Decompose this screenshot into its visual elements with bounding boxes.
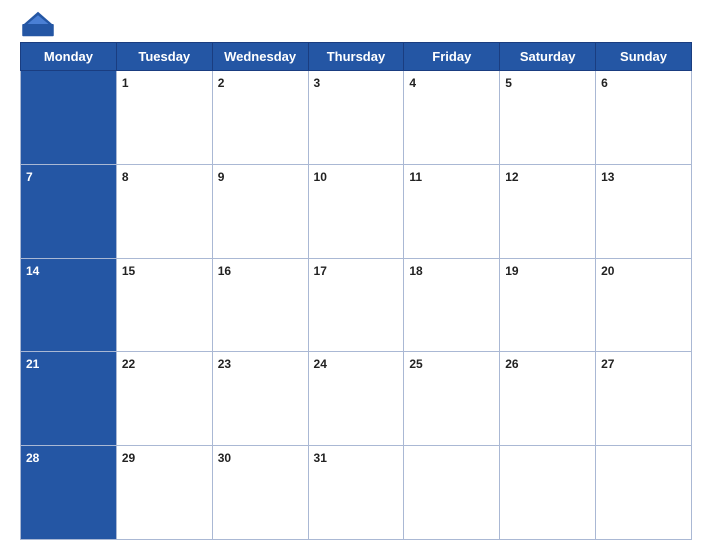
calendar-cell: 31 bbox=[308, 446, 404, 540]
logo bbox=[20, 10, 60, 38]
calendar-cell bbox=[596, 446, 692, 540]
day-number: 12 bbox=[505, 170, 518, 184]
day-number: 30 bbox=[218, 451, 231, 465]
calendar-cell: 21 bbox=[21, 352, 117, 446]
calendar-cell: 15 bbox=[116, 258, 212, 352]
weekday-friday: Friday bbox=[404, 43, 500, 71]
calendar-week-4: 21 22 23 24 25 26 27 bbox=[21, 352, 692, 446]
day-number: 3 bbox=[314, 76, 321, 90]
calendar-cell: 13 bbox=[596, 164, 692, 258]
calendar-cell: 17 bbox=[308, 258, 404, 352]
calendar-cell: 26 bbox=[500, 352, 596, 446]
calendar-week-1: 1 2 3 4 5 6 bbox=[21, 71, 692, 165]
day-number: 4 bbox=[409, 76, 416, 90]
calendar-cell: 19 bbox=[500, 258, 596, 352]
day-number: 18 bbox=[409, 264, 422, 278]
calendar-cell bbox=[500, 446, 596, 540]
calendar-cell: 3 bbox=[308, 71, 404, 165]
day-number: 10 bbox=[314, 170, 327, 184]
day-number: 6 bbox=[601, 76, 608, 90]
calendar-cell: 12 bbox=[500, 164, 596, 258]
calendar-cell: 14 bbox=[21, 258, 117, 352]
day-number: 1 bbox=[122, 76, 129, 90]
weekday-monday: Monday bbox=[21, 43, 117, 71]
day-number: 29 bbox=[122, 451, 135, 465]
day-number: 7 bbox=[26, 170, 33, 184]
day-number: 22 bbox=[122, 357, 135, 371]
calendar-cell: 9 bbox=[212, 164, 308, 258]
day-number: 16 bbox=[218, 264, 231, 278]
calendar-body: 1234567891011121314151617181920212223242… bbox=[21, 71, 692, 540]
day-number: 20 bbox=[601, 264, 614, 278]
calendar-cell: 22 bbox=[116, 352, 212, 446]
calendar-cell bbox=[21, 71, 117, 165]
weekday-tuesday: Tuesday bbox=[116, 43, 212, 71]
weekday-sunday: Sunday bbox=[596, 43, 692, 71]
calendar: MondayTuesdayWednesdayThursdayFridaySatu… bbox=[20, 42, 692, 540]
header bbox=[20, 10, 692, 38]
weekday-wednesday: Wednesday bbox=[212, 43, 308, 71]
calendar-cell: 24 bbox=[308, 352, 404, 446]
day-number: 2 bbox=[218, 76, 225, 90]
day-number: 27 bbox=[601, 357, 614, 371]
day-number: 19 bbox=[505, 264, 518, 278]
calendar-cell: 25 bbox=[404, 352, 500, 446]
weekday-saturday: Saturday bbox=[500, 43, 596, 71]
day-number: 31 bbox=[314, 451, 327, 465]
day-number: 8 bbox=[122, 170, 129, 184]
day-number: 5 bbox=[505, 76, 512, 90]
calendar-cell: 18 bbox=[404, 258, 500, 352]
day-number: 13 bbox=[601, 170, 614, 184]
day-number: 23 bbox=[218, 357, 231, 371]
calendar-cell: 1 bbox=[116, 71, 212, 165]
day-number: 28 bbox=[26, 451, 39, 465]
calendar-cell: 2 bbox=[212, 71, 308, 165]
calendar-cell: 16 bbox=[212, 258, 308, 352]
day-number: 21 bbox=[26, 357, 39, 371]
calendar-cell: 8 bbox=[116, 164, 212, 258]
day-number: 24 bbox=[314, 357, 327, 371]
calendar-cell: 27 bbox=[596, 352, 692, 446]
day-number: 26 bbox=[505, 357, 518, 371]
calendar-cell: 28 bbox=[21, 446, 117, 540]
calendar-week-2: 7 8 9 10 11 12 13 bbox=[21, 164, 692, 258]
day-number: 11 bbox=[409, 170, 422, 184]
calendar-cell: 29 bbox=[116, 446, 212, 540]
calendar-cell: 20 bbox=[596, 258, 692, 352]
day-number: 9 bbox=[218, 170, 225, 184]
day-number: 14 bbox=[26, 264, 39, 278]
calendar-cell: 23 bbox=[212, 352, 308, 446]
calendar-cell: 6 bbox=[596, 71, 692, 165]
generalblue-icon bbox=[20, 10, 56, 38]
calendar-cell bbox=[404, 446, 500, 540]
calendar-cell: 4 bbox=[404, 71, 500, 165]
calendar-cell: 10 bbox=[308, 164, 404, 258]
calendar-week-3: 14 15 16 17 18 19 20 bbox=[21, 258, 692, 352]
day-number: 15 bbox=[122, 264, 135, 278]
calendar-cell: 11 bbox=[404, 164, 500, 258]
weekday-thursday: Thursday bbox=[308, 43, 404, 71]
calendar-cell: 7 bbox=[21, 164, 117, 258]
day-number: 25 bbox=[409, 357, 422, 371]
weekday-header-row: MondayTuesdayWednesdayThursdayFridaySatu… bbox=[21, 43, 692, 71]
calendar-cell: 5 bbox=[500, 71, 596, 165]
calendar-week-5: 28 29 30 31 bbox=[21, 446, 692, 540]
calendar-cell: 30 bbox=[212, 446, 308, 540]
day-number: 17 bbox=[314, 264, 327, 278]
